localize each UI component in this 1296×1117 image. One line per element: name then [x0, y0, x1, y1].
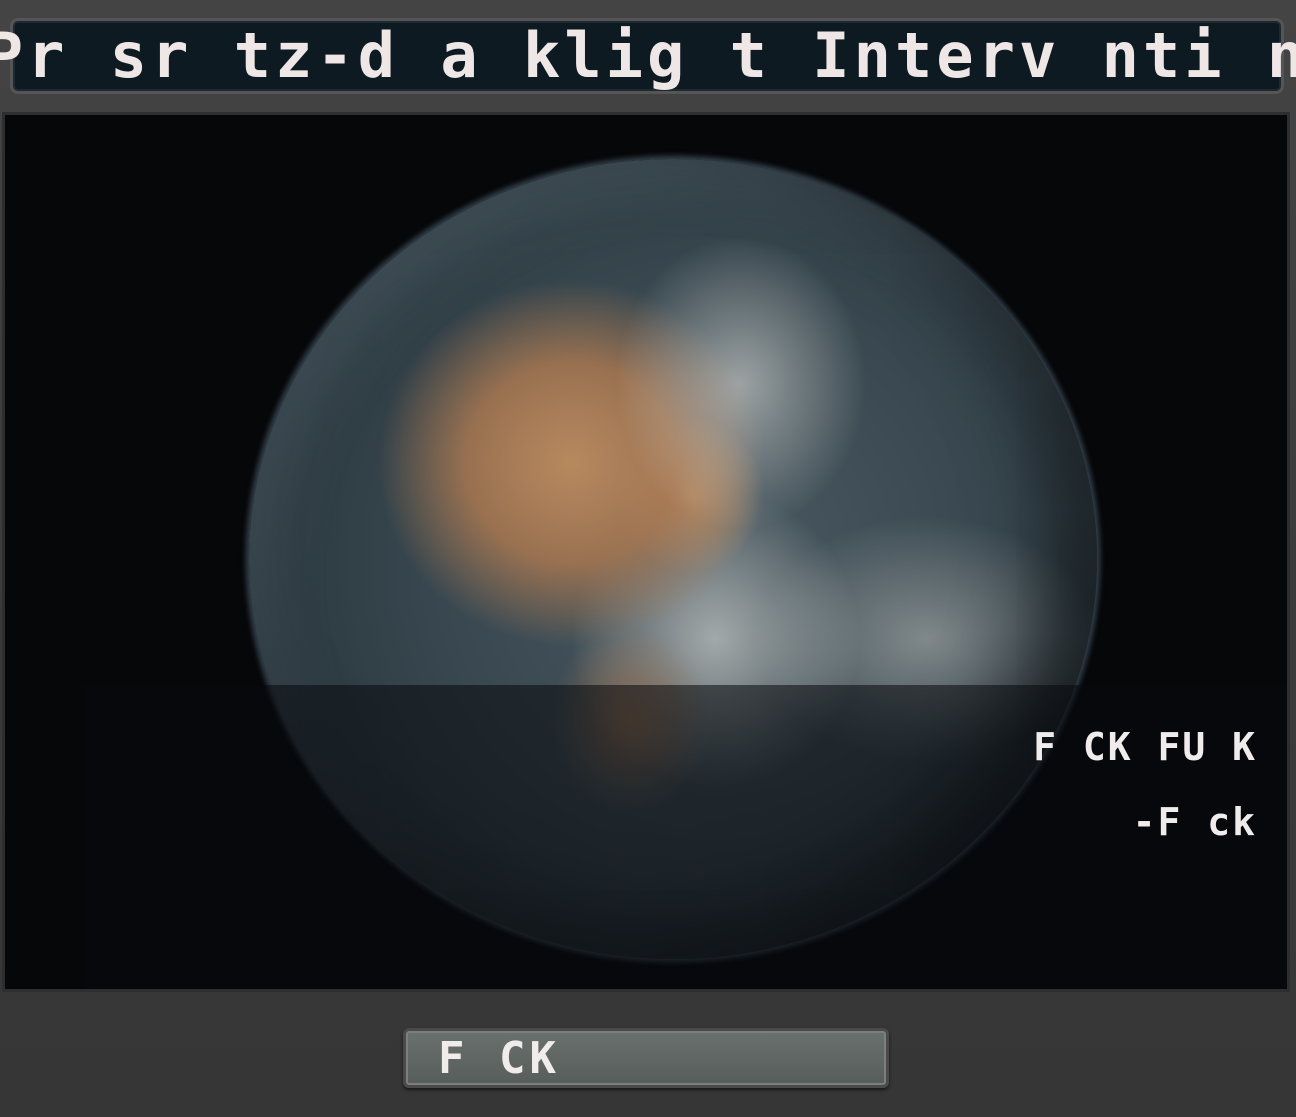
dialog-title: Pr sr tz-d a klig t Interv nti n — [0, 19, 1296, 92]
confirm-button[interactable]: F CK — [403, 1028, 889, 1088]
message-line-1: F CK FU K — [1033, 725, 1257, 769]
title-bar: Pr sr tz-d a klig t Interv nti n — [0, 18, 1296, 94]
image-viewport: F CK FU K -F ck — [2, 112, 1290, 992]
message-line-2: -F ck — [1132, 800, 1257, 844]
confirm-button-label: F CK — [438, 1032, 560, 1084]
dialog-frame: Pr sr tz-d a klig t Interv nti n F CK FU… — [0, 0, 1296, 1117]
